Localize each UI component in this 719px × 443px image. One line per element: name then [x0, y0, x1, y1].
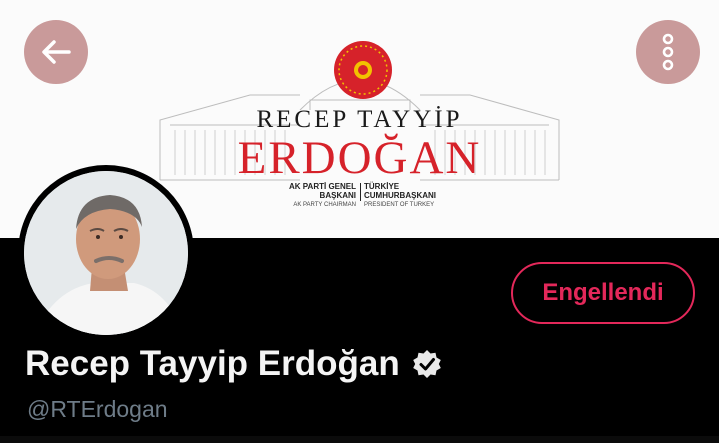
banner-right-subtitle: PRESIDENT OF TURKEY: [364, 202, 435, 208]
banner-left-subtitle: AK PARTY CHAIRMAN: [293, 202, 356, 208]
more-options-button[interactable]: [636, 20, 700, 84]
banner-right-title-block: TÜRKİYE CUMHURBAŞKANI PRESIDENT OF TURKE…: [364, 182, 469, 208]
banner-titles: AK PARTİ GENEL BAŞKANI AK PARTY CHAIRMAN…: [252, 182, 469, 208]
avatar-image: [24, 171, 188, 335]
banner-right-title: TÜRKİYE CUMHURBAŞKANI: [364, 182, 436, 200]
banner-left-title-block: AK PARTİ GENEL BAŞKANI AK PARTY CHAIRMAN: [252, 182, 356, 208]
avatar[interactable]: [18, 165, 194, 341]
back-button[interactable]: [24, 20, 88, 84]
banner-left-title: AK PARTİ GENEL BAŞKANI: [289, 182, 356, 200]
arrow-left-icon: [42, 40, 71, 64]
verified-badge-icon: [412, 349, 442, 379]
more-vertical-icon: [662, 33, 674, 71]
profile-handle: @RTErdogan: [27, 396, 168, 422]
banner-title-divider: [360, 183, 361, 201]
bottom-divider: [0, 436, 719, 443]
banner-name-line1: RECEP TAYYİP: [256, 106, 463, 133]
display-name-text: Recep Tayyip Erdoğan: [25, 344, 400, 383]
presidential-seal-icon: [334, 41, 392, 99]
blocked-button[interactable]: Engellendi: [511, 262, 695, 324]
profile-display-name: Recep Tayyip Erdoğan: [25, 344, 442, 384]
